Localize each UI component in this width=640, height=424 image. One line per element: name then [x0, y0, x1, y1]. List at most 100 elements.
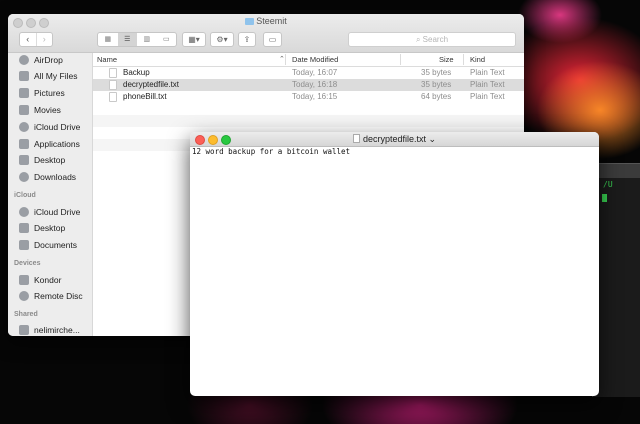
- desktop-icon: [19, 223, 29, 233]
- sidebar-heading-devices: Devices: [14, 260, 41, 267]
- file-icon: [109, 80, 117, 90]
- sidebar-item-icloud-desktop[interactable]: Desktop: [19, 221, 65, 235]
- column-divider[interactable]: [400, 54, 401, 65]
- sidebar-item-label: Desktop: [34, 223, 66, 233]
- textedit-window[interactable]: decryptedfile.txt ⌄ 12 word backup for a…: [190, 132, 599, 396]
- sidebar-item-shared-computer[interactable]: nelimirche...: [19, 323, 80, 336]
- cloud-icon: [19, 122, 29, 132]
- file-list-header: Name ⌃ Date Modified Size Kind: [93, 53, 524, 67]
- sidebar-item-label: AirDrop: [34, 55, 63, 65]
- disc-icon: [19, 291, 29, 301]
- file-row-phonebill[interactable]: phoneBill.txt Today, 16:15 64 bytes Plai…: [93, 91, 524, 103]
- sidebar-item-label: iCloud Drive: [34, 207, 81, 217]
- sidebar-item-label: Movies: [34, 105, 61, 115]
- cloud-icon: [19, 207, 29, 217]
- movies-icon: [19, 105, 29, 115]
- file-date: Today, 16:07: [292, 68, 338, 77]
- sidebar-item-label: All My Files: [34, 71, 78, 81]
- computer-icon: [19, 325, 29, 335]
- sidebar-item-icloud-drive[interactable]: iCloud Drive: [19, 120, 80, 134]
- tag-icon: ▭: [268, 35, 277, 44]
- file-icon: [109, 92, 117, 102]
- window-title: Steemit: [8, 16, 524, 26]
- sidebar-item-label: nelimirche...: [34, 325, 80, 335]
- icon-view-button[interactable]: ▦: [98, 33, 118, 46]
- file-kind: Plain Text: [470, 68, 505, 77]
- file-icon: [109, 68, 117, 78]
- file-row-decryptedfile[interactable]: decryptedfile.txt Today, 16:18 35 bytes …: [93, 79, 524, 91]
- finder-toolbar: Steemit ‹ › ▦ ☰ ▥ ▭ ▦▾ ⚙▾ ⇪ ▭ ⌕ Search: [8, 14, 524, 53]
- search-icon: ⌕: [415, 35, 421, 44]
- sidebar-item-downloads[interactable]: Downloads: [19, 170, 76, 184]
- sidebar-item-pictures[interactable]: Pictures: [19, 86, 65, 100]
- textedit-title-text: decryptedfile.txt: [362, 134, 426, 144]
- document-text-area[interactable]: 12 word backup for a bitcoin wallet: [192, 147, 599, 156]
- cover-flow-button[interactable]: ▭: [157, 33, 177, 46]
- airdrop-icon: [19, 55, 29, 65]
- view-mode-control: ▦ ☰ ▥ ▭: [97, 32, 177, 47]
- file-size: 64 bytes: [421, 92, 452, 101]
- sidebar-item-label: Downloads: [34, 172, 77, 182]
- all-files-icon: [19, 71, 29, 81]
- column-divider[interactable]: [285, 54, 286, 65]
- gear-icon: ⚙: [216, 35, 224, 44]
- folder-icon: [245, 18, 255, 25]
- sidebar-item-label: Kondor: [34, 275, 62, 285]
- sidebar-item-label: iCloud Drive: [34, 122, 81, 132]
- sidebar-heading-shared: Shared: [14, 311, 38, 318]
- window-title[interactable]: decryptedfile.txt ⌄: [190, 133, 599, 145]
- documents-icon: [19, 240, 29, 250]
- column-header-size[interactable]: Size: [439, 53, 454, 66]
- terminal-text: /U: [603, 180, 613, 189]
- terminal-titlebar[interactable]: [593, 164, 640, 178]
- sidebar-heading-icloud: iCloud: [14, 192, 36, 199]
- column-header-name[interactable]: Name: [97, 53, 117, 66]
- sidebar-item-movies[interactable]: Movies: [19, 103, 61, 117]
- sidebar-item-documents[interactable]: Documents: [19, 238, 77, 252]
- search-placeholder: Search: [422, 35, 449, 44]
- chevron-down-icon[interactable]: ⌄: [429, 134, 437, 144]
- sidebar-item-label: Remote Disc: [34, 291, 83, 301]
- sidebar-item-remote-disc[interactable]: Remote Disc: [19, 289, 83, 303]
- terminal-window[interactable]: /U: [592, 163, 640, 397]
- arrange-button[interactable]: ▦▾: [182, 32, 206, 47]
- file-date: Today, 16:18: [292, 80, 338, 89]
- forward-button[interactable]: ›: [35, 33, 53, 46]
- file-kind: Plain Text: [470, 92, 505, 101]
- share-icon: ⇪: [243, 35, 251, 44]
- empty-row-stripe: [93, 115, 524, 127]
- sidebar-item-airdrop[interactable]: AirDrop: [19, 53, 63, 67]
- share-button[interactable]: ⇪: [238, 32, 256, 47]
- file-size: 35 bytes: [421, 68, 452, 77]
- sidebar-item-label: Pictures: [34, 88, 65, 98]
- column-header-kind[interactable]: Kind: [470, 53, 485, 66]
- action-gear-button[interactable]: ⚙▾: [210, 32, 234, 47]
- back-button[interactable]: ‹: [20, 33, 36, 46]
- document-icon: [352, 134, 360, 143]
- file-row-backup[interactable]: Backup Today, 16:07 35 bytes Plain Text: [93, 67, 524, 79]
- sidebar-item-applications[interactable]: Applications: [19, 137, 80, 151]
- search-input[interactable]: ⌕ Search: [348, 32, 516, 47]
- laptop-icon: [19, 275, 29, 285]
- column-divider[interactable]: [463, 54, 464, 65]
- file-kind: Plain Text: [470, 80, 505, 89]
- sidebar-item-all-my-files[interactable]: All My Files: [19, 69, 77, 83]
- list-view-button[interactable]: ☰: [117, 33, 137, 46]
- textedit-titlebar[interactable]: decryptedfile.txt ⌄: [190, 132, 599, 147]
- finder-title-text: Steemit: [256, 16, 287, 26]
- sidebar-item-kondor[interactable]: Kondor: [19, 273, 61, 287]
- finder-sidebar: AirDrop All My Files Pictures Movies iCl…: [8, 53, 93, 336]
- sidebar-item-label: Documents: [34, 240, 77, 250]
- back-forward-control: ‹ ›: [19, 32, 53, 47]
- sort-chevron-icon[interactable]: ⌃: [279, 53, 285, 66]
- sidebar-item-label: Applications: [34, 139, 80, 149]
- sidebar-item-icloud-drive-2[interactable]: iCloud Drive: [19, 205, 80, 219]
- pictures-icon: [19, 88, 29, 98]
- downloads-icon: [19, 172, 29, 182]
- column-header-date[interactable]: Date Modified: [292, 53, 338, 66]
- terminal-cursor: [602, 194, 607, 202]
- tag-button[interactable]: ▭: [263, 32, 282, 47]
- file-size: 35 bytes: [421, 80, 452, 89]
- column-view-button[interactable]: ▥: [137, 33, 157, 46]
- sidebar-item-desktop[interactable]: Desktop: [19, 153, 65, 167]
